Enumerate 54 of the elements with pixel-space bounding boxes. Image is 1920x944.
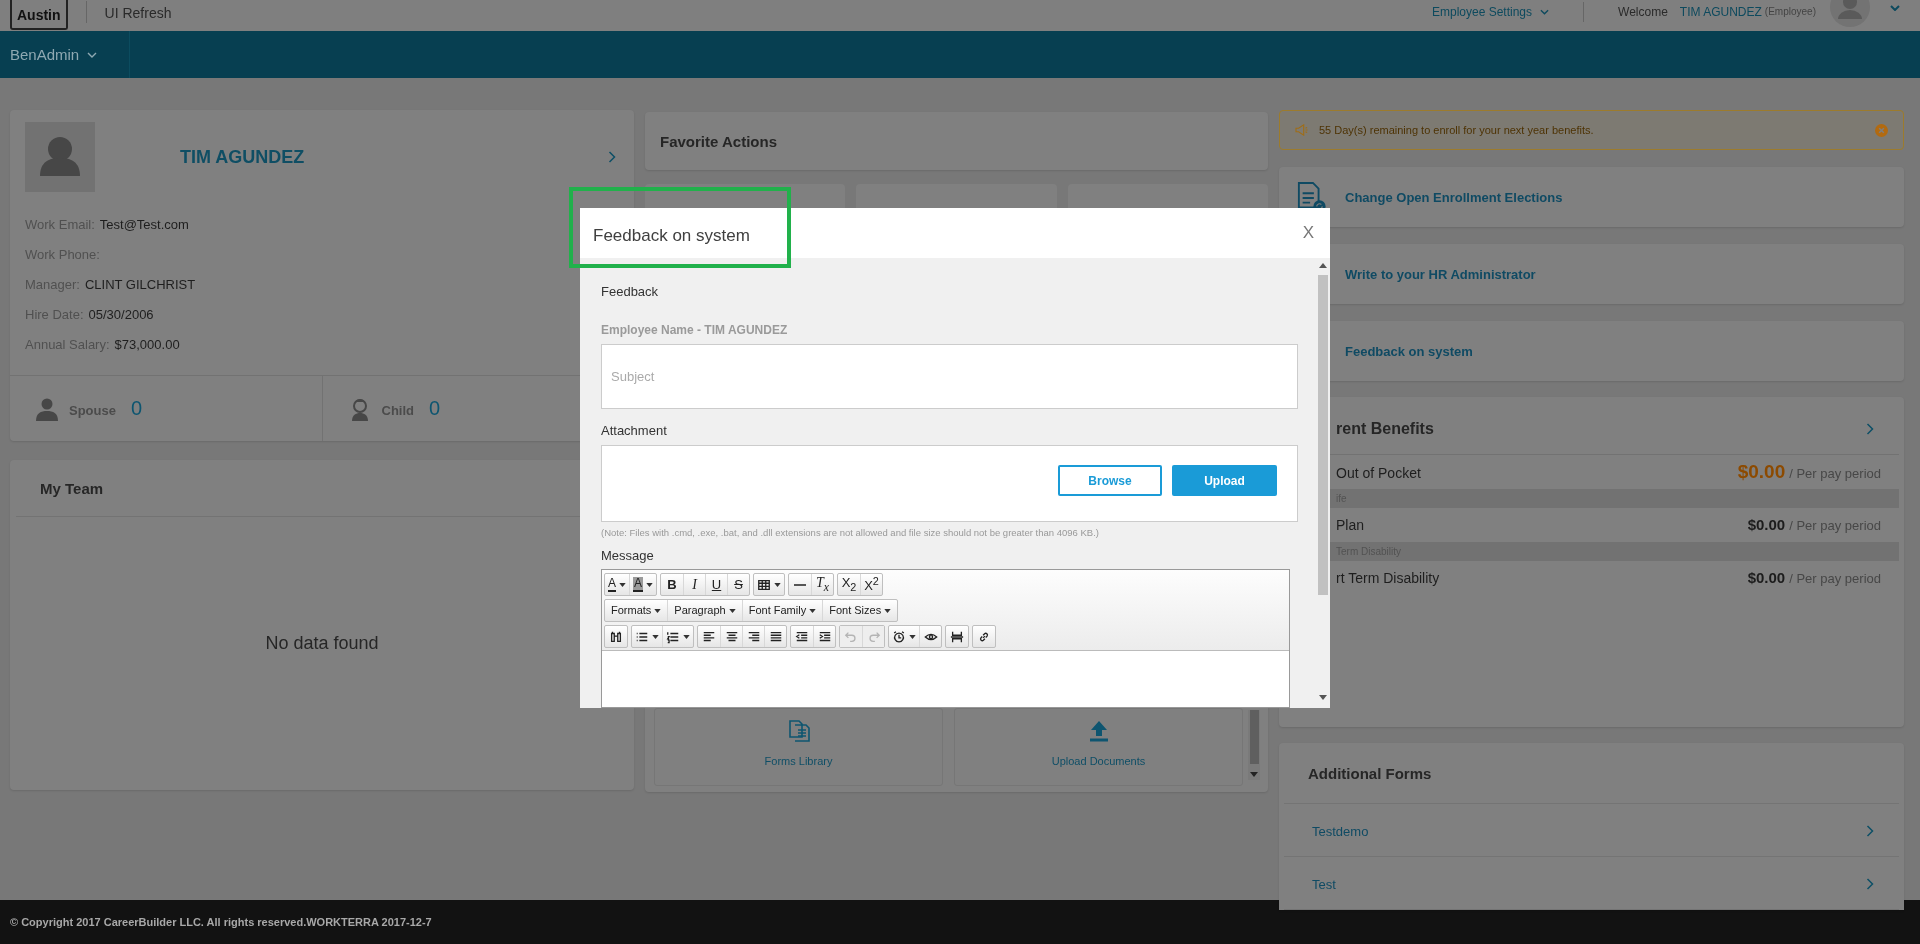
toolbar-dropdown[interactable]: Font Family: [741, 600, 823, 621]
plan-amount: $0.00: [1737, 460, 1786, 484]
toolbar-dropdown[interactable]: Paragraph: [667, 600, 742, 621]
bold-button[interactable]: B: [661, 574, 684, 595]
italic-button[interactable]: I: [683, 574, 706, 595]
subscript-button[interactable]: X$_{2}$: [838, 574, 861, 595]
pay-period: / Per pay period: [1789, 570, 1881, 588]
message-label: Message: [601, 548, 655, 564]
section-label: Feedback: [601, 284, 660, 300]
user-name[interactable]: TIM AGUNDEZ: [1679, 4, 1762, 19]
alert-message: 55 Day(s) remaining to enroll for your next year benefits.: [1319, 124, 1595, 136]
clear-formatting-button[interactable]: T$_{x}$: [811, 574, 834, 595]
plan-amount: $0.00: [1747, 515, 1786, 535]
strikethrough-button[interactable]: S: [727, 574, 750, 595]
upload-button[interactable]: Upload: [1172, 465, 1277, 496]
plan-amount: $0.00: [1747, 568, 1786, 588]
card-title: Favorite Actions: [660, 132, 777, 150]
form-link[interactable]: Testdemo: [1312, 823, 1369, 839]
subject-field[interactable]: Subject: [601, 344, 1298, 409]
note-text: (Note: Files with .cmd, .exe, .bat, and .dll extensions are not allowed and file size should not be greater than 4096 KB.): [601, 527, 1100, 538]
form-link[interactable]: Test: [1312, 876, 1336, 892]
attachment-label: Attachment: [601, 423, 668, 439]
plan-name: rt Term Disability: [1336, 569, 1441, 588]
field-value: Test@Test.com: [99, 216, 189, 234]
field-value: CLINT GILCHRIST: [84, 276, 196, 294]
pay-period: / Per pay period: [1789, 465, 1881, 483]
employee-name-label: Employee Name - TIM AGUNDEZ: [601, 323, 789, 337]
user-role: (Employee): [1764, 6, 1816, 17]
action-tile[interactable]: Upload Documents: [954, 708, 1243, 786]
toolbar-dropdown[interactable]: Font Sizes: [822, 600, 898, 621]
browse-button[interactable]: Browse: [1058, 465, 1162, 496]
empty-message: No data found: [265, 633, 379, 654]
copyright-text: © Copyright 2017 CareerBuilder LLC. All rights reserved.WORKTERRA 2017-12-7: [10, 916, 432, 928]
toolbar-dropdown[interactable]: Formats: [605, 600, 668, 621]
welcome-label: Welcome: [1618, 4, 1668, 19]
card-title: rent Benefits: [1336, 419, 1434, 438]
logo[interactable]: Austin: [10, 0, 68, 30]
plan-name: Plan: [1336, 516, 1366, 535]
superscript-button[interactable]: X$^{2}$: [860, 574, 883, 595]
plan-name: Out of Pocket: [1336, 464, 1422, 483]
card-title: Additional Forms: [1308, 764, 1432, 782]
app-name: UI Refresh: [104, 4, 172, 21]
dialog-title: Feedback on system: [593, 226, 750, 246]
pay-period: / Per pay period: [1789, 517, 1881, 535]
card-title: My Team: [40, 479, 104, 497]
background-color-button[interactable]: A: [629, 574, 657, 595]
text-color-button[interactable]: A: [605, 574, 629, 595]
field-value: $73,000.00: [114, 336, 180, 354]
settings-menu[interactable]: Employee Settings: [1432, 4, 1533, 19]
nav-menu[interactable]: BenAdmin: [0, 31, 131, 78]
underline-button[interactable]: U: [705, 574, 728, 595]
action-tile[interactable]: Forms Library: [654, 708, 943, 786]
field-value: 05/30/2006: [88, 306, 154, 324]
quick-action-card[interactable]: Change Open Enrollment Elections: [1279, 167, 1904, 227]
